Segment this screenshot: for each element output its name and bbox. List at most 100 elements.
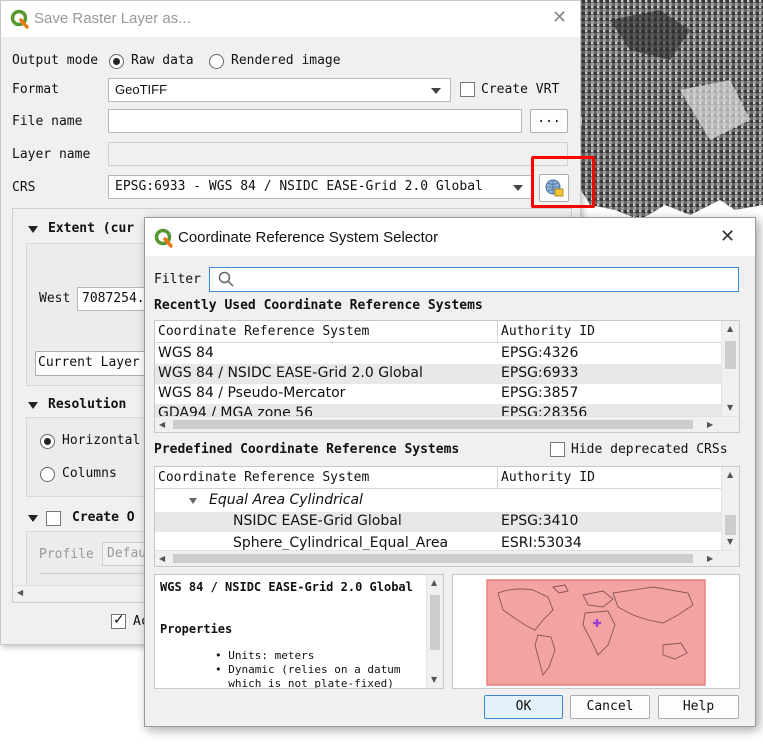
horizontal-scrollbar[interactable]: ◀ ▶ bbox=[155, 416, 739, 432]
browse-button[interactable]: ... bbox=[530, 109, 568, 133]
create-vrt-label: Create VRT bbox=[481, 82, 560, 97]
resolution-group-box bbox=[26, 417, 156, 497]
highlight-box bbox=[531, 156, 595, 208]
scroll-up-icon[interactable]: ▲ bbox=[727, 470, 733, 479]
scrollbar-thumb[interactable] bbox=[173, 420, 693, 429]
create-vrt-checkbox[interactable] bbox=[460, 82, 475, 97]
scroll-up-icon[interactable]: ▲ bbox=[431, 578, 437, 587]
recent-table-header: Coordinate Reference System Authority ID bbox=[155, 321, 721, 343]
world-map-preview bbox=[486, 579, 706, 686]
table-row[interactable]: WGS 84 EPSG:4326 bbox=[155, 344, 721, 364]
collapse-triangle-icon[interactable] bbox=[189, 498, 197, 504]
cancel-button[interactable]: Cancel bbox=[570, 695, 650, 719]
info-bullet: • Units: meters bbox=[215, 649, 315, 662]
column-header-crs[interactable]: Coordinate Reference System bbox=[158, 470, 369, 485]
format-combo[interactable]: GeoTIFF bbox=[108, 78, 451, 102]
expand-triangle-icon[interactable] bbox=[28, 226, 38, 233]
scroll-down-icon[interactable]: ▼ bbox=[431, 675, 437, 684]
hide-deprecated-label: Hide deprecated CRSs bbox=[571, 442, 728, 457]
scroll-up-icon[interactable]: ▲ bbox=[727, 324, 733, 333]
column-header-authority[interactable]: Authority ID bbox=[501, 470, 595, 485]
vertical-scrollbar[interactable]: ▲ ▼ bbox=[426, 575, 443, 688]
info-bullet: which is not plate-fixed) bbox=[228, 677, 394, 689]
info-bullet: • Dynamic (relies on a datum bbox=[215, 663, 401, 676]
resolution-section-title[interactable]: Resolution bbox=[48, 397, 126, 412]
main-titlebar: Save Raster Layer as... ✕ bbox=[1, 1, 580, 37]
crs-label: CRS bbox=[12, 180, 36, 195]
crs-name-cell: WGS 84 / Pseudo-Mercator bbox=[158, 385, 346, 401]
crs-combo[interactable]: EPSG:6933 - WGS 84 / NSIDC EASE-Grid 2.0… bbox=[108, 175, 533, 199]
crs-name-cell: WGS 84 / NSIDC EASE-Grid 2.0 Global bbox=[158, 365, 423, 381]
horizontal-label: Horizontal bbox=[62, 433, 141, 448]
vertical-scrollbar[interactable]: ▲ ▼ bbox=[721, 467, 739, 550]
scroll-right-icon[interactable]: ▶ bbox=[707, 420, 713, 429]
scroll-down-icon[interactable]: ▼ bbox=[727, 403, 733, 412]
qgis-logo-icon bbox=[154, 228, 173, 248]
scrollbar-thumb[interactable] bbox=[725, 515, 736, 535]
format-label: Format bbox=[12, 82, 59, 97]
rendered-image-radio[interactable] bbox=[209, 54, 224, 69]
authority-cell: EPSG:3410 bbox=[501, 513, 579, 529]
scrollbar-thumb[interactable] bbox=[173, 554, 693, 563]
crs-name-cell: NSIDC EASE-Grid Global bbox=[233, 513, 402, 529]
crs-dialog-title: Coordinate Reference System Selector bbox=[178, 229, 439, 246]
tree-group-row[interactable]: Equal Area Cylindrical bbox=[155, 491, 721, 511]
predefined-table-header: Coordinate Reference System Authority ID bbox=[155, 467, 721, 489]
expand-triangle-icon[interactable] bbox=[28, 402, 38, 409]
scrollbar-thumb[interactable] bbox=[430, 595, 440, 650]
west-label: West bbox=[39, 291, 71, 306]
crs-name-cell: Sphere_Cylindrical_Equal_Area bbox=[233, 535, 449, 551]
horizontal-scrollbar[interactable]: ◀ ▶ bbox=[155, 550, 739, 566]
vertical-scrollbar[interactable]: ▲ ▼ bbox=[721, 321, 739, 416]
scroll-left-icon[interactable]: ◀ bbox=[159, 420, 165, 429]
crs-name-cell: WGS 84 bbox=[158, 345, 214, 361]
scroll-right-icon[interactable]: ▶ bbox=[707, 554, 713, 563]
hide-deprecated-checkbox[interactable] bbox=[550, 442, 565, 457]
add-to-map-checkbox[interactable] bbox=[111, 612, 126, 629]
info-bullet-list: • Units: meters • Dynamic (relies on a d… bbox=[215, 649, 401, 689]
filter-input[interactable] bbox=[209, 267, 739, 292]
column-header-crs[interactable]: Coordinate Reference System bbox=[158, 324, 369, 339]
crs-selector-dialog: Coordinate Reference System Selector ✕ F… bbox=[144, 217, 756, 727]
help-button[interactable]: Help bbox=[658, 695, 739, 719]
scroll-left-icon[interactable]: ◀ bbox=[159, 554, 165, 563]
crs-titlebar: Coordinate Reference System Selector ✕ bbox=[145, 218, 755, 256]
group-label: Equal Area Cylindrical bbox=[209, 492, 363, 508]
crs-value: EPSG:6933 - WGS 84 / NSIDC EASE-Grid 2.0… bbox=[115, 179, 483, 194]
scroll-left-icon[interactable]: ◀ bbox=[17, 588, 23, 597]
output-mode-label: Output mode bbox=[12, 53, 99, 68]
horizontal-radio[interactable] bbox=[40, 434, 55, 449]
layer-name-label: Layer name bbox=[12, 147, 91, 162]
file-name-input[interactable] bbox=[108, 109, 522, 133]
main-close-icon[interactable]: ✕ bbox=[552, 7, 567, 28]
background-raster-map bbox=[570, 0, 763, 220]
recent-section-title: Recently Used Coordinate Reference Syste… bbox=[154, 298, 483, 313]
format-value: GeoTIFF bbox=[115, 82, 168, 97]
table-row[interactable]: NSIDC EASE-Grid Global EPSG:3410 bbox=[155, 512, 721, 532]
columns-radio[interactable] bbox=[40, 467, 55, 482]
info-crs-title: WGS 84 / NSIDC EASE-Grid 2.0 Global bbox=[160, 580, 413, 594]
scrollbar-thumb[interactable] bbox=[725, 341, 736, 369]
column-header-authority[interactable]: Authority ID bbox=[501, 324, 595, 339]
crs-extent-map bbox=[452, 574, 740, 689]
crs-close-icon[interactable]: ✕ bbox=[720, 226, 735, 247]
filter-label: Filter bbox=[154, 272, 201, 287]
extent-section-title[interactable]: Extent (cur bbox=[48, 221, 134, 236]
current-layer-button[interactable]: Current Layer bbox=[35, 351, 155, 376]
options-table-edge bbox=[39, 573, 157, 583]
expand-triangle-icon[interactable] bbox=[28, 515, 38, 522]
crs-info-panel: WGS 84 / NSIDC EASE-Grid 2.0 Global Prop… bbox=[154, 574, 444, 689]
raw-data-radio[interactable] bbox=[109, 54, 124, 69]
layer-name-input[interactable] bbox=[108, 142, 568, 166]
create-options-section-title[interactable]: Create O bbox=[72, 510, 135, 525]
table-row[interactable]: WGS 84 / Pseudo-Mercator EPSG:3857 bbox=[155, 384, 721, 404]
columns-label: Columns bbox=[62, 466, 117, 481]
table-row[interactable]: WGS 84 / NSIDC EASE-Grid 2.0 Global EPSG… bbox=[155, 364, 721, 384]
header-divider bbox=[497, 321, 498, 343]
recent-crs-table: Coordinate Reference System Authority ID… bbox=[154, 320, 740, 433]
ok-button[interactable]: OK bbox=[484, 695, 563, 719]
file-name-label: File name bbox=[12, 114, 83, 129]
create-options-checkbox[interactable] bbox=[46, 511, 61, 526]
scroll-down-icon[interactable]: ▼ bbox=[727, 537, 733, 546]
predefined-section-title: Predefined Coordinate Reference Systems bbox=[154, 442, 460, 457]
